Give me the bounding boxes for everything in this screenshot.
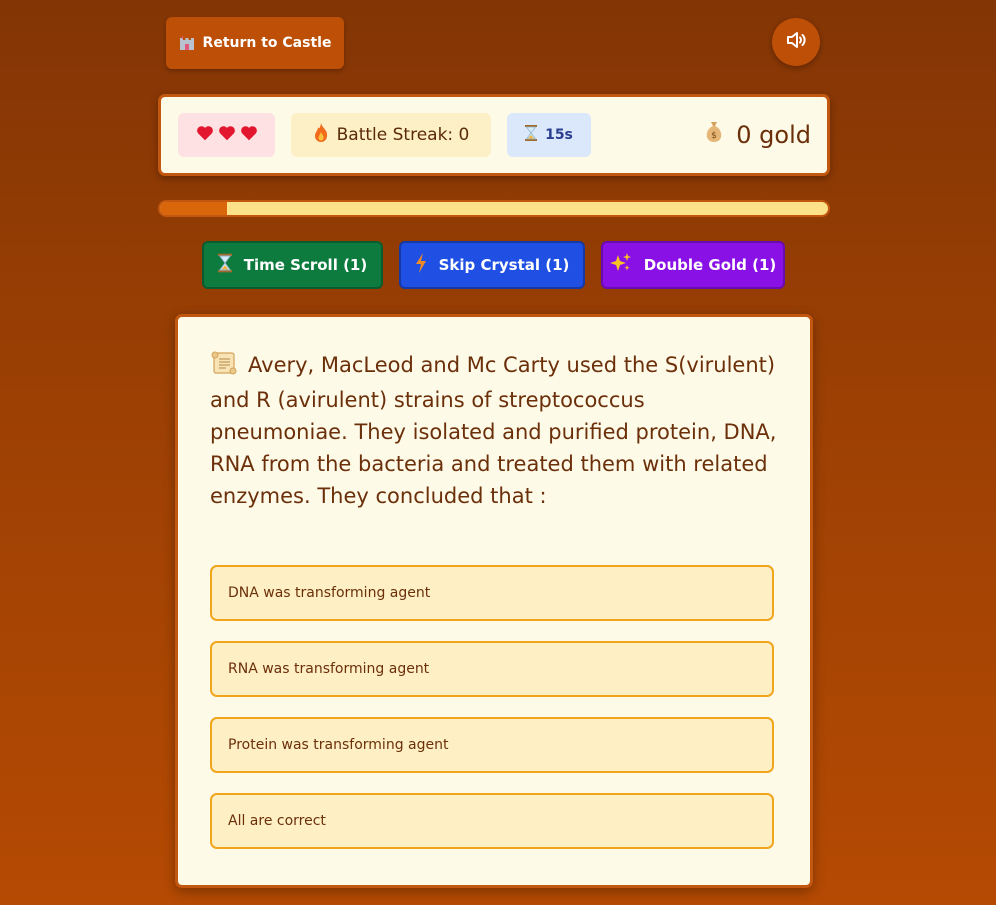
answer-option[interactable]: All are correct	[210, 793, 774, 849]
skip-crystal-button[interactable]: Skip Crystal (1)	[399, 241, 585, 289]
heart-icon	[196, 125, 214, 145]
castle-icon	[179, 36, 195, 50]
sparkles-icon	[609, 253, 632, 277]
hourglass-icon	[217, 253, 232, 277]
answer-option-label: DNA was transforming agent	[228, 585, 431, 601]
heart-icon	[218, 125, 236, 145]
timer-label: 15s	[545, 127, 573, 143]
double-gold-button[interactable]: Double Gold (1)	[601, 241, 785, 289]
lives-indicator	[178, 113, 275, 157]
answer-option[interactable]: RNA was transforming agent	[210, 641, 774, 697]
answer-option-label: RNA was transforming agent	[228, 661, 430, 677]
return-to-castle-label: Return to Castle	[202, 35, 332, 51]
gold-label: 0 gold	[736, 121, 811, 149]
timer-badge: 15s	[507, 113, 591, 157]
fire-icon	[313, 122, 329, 148]
double-gold-label: Double Gold (1)	[643, 256, 777, 274]
question-label: Avery, MacLeod and Mc Carty used the S(v…	[210, 353, 777, 508]
lightning-icon	[415, 253, 427, 277]
progress-fill	[160, 202, 227, 215]
powerups-bar: Time Scroll (1) Skip Crystal (1) Double …	[202, 241, 785, 289]
time-scroll-button[interactable]: Time Scroll (1)	[202, 241, 383, 289]
heart-icon	[240, 125, 258, 145]
battle-streak-label: Battle Streak: 0	[336, 125, 470, 145]
answer-option-label: All are correct	[228, 813, 326, 829]
top-bar: Return to Castle	[166, 17, 820, 69]
return-to-castle-button[interactable]: Return to Castle	[166, 17, 344, 69]
question-text: Avery, MacLeod and Mc Carty used the S(v…	[210, 349, 784, 512]
money-bag-icon: $	[702, 120, 726, 150]
battle-streak-badge: Battle Streak: 0	[291, 113, 491, 157]
hourglass-icon	[525, 125, 538, 145]
gold-counter: $ 0 gold	[702, 113, 811, 157]
question-card: Avery, MacLeod and Mc Carty used the S(v…	[175, 314, 813, 888]
sound-toggle-button[interactable]	[772, 18, 820, 66]
answer-option[interactable]: DNA was transforming agent	[210, 565, 774, 621]
time-scroll-label: Time Scroll (1)	[243, 256, 368, 274]
speaker-volume-icon	[784, 28, 808, 56]
status-panel: Battle Streak: 0 15s $ 0 gold	[158, 94, 830, 176]
answer-option[interactable]: Protein was transforming agent	[210, 717, 774, 773]
scroll-icon	[210, 351, 238, 384]
answer-option-label: Protein was transforming agent	[228, 737, 449, 753]
skip-crystal-label: Skip Crystal (1)	[438, 256, 570, 274]
svg-text:$: $	[711, 131, 717, 141]
question-progress-bar	[158, 200, 830, 217]
